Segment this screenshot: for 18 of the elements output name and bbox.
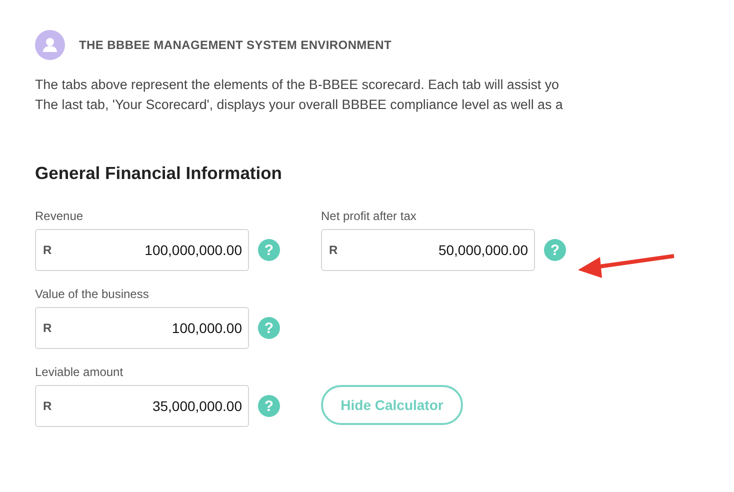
amount-field[interactable]: R 100,000.00 xyxy=(35,307,249,349)
intro-text: The tabs above represent the elements of the B-BBEE scorecard. Each tab will assist yo xyxy=(35,77,559,92)
help-icon[interactable]: ? xyxy=(258,239,280,261)
field-label: Value of the business xyxy=(35,287,150,301)
amount-field[interactable]: R 50,000,000.00 xyxy=(321,229,535,271)
intro-text: The last tab, 'Your Scorecard', displays your overall BBBEE compliance level as well as a xyxy=(35,97,563,112)
field-label: Revenue xyxy=(35,209,84,223)
form-heading: General Financial Information xyxy=(35,163,282,184)
field-label: Leviable amount xyxy=(35,365,124,379)
user-icon xyxy=(35,30,65,60)
help-icon[interactable]: ? xyxy=(544,239,566,261)
field-label: Net profit after tax xyxy=(321,209,418,223)
hide-calculator-button[interactable]: Hide Calculator xyxy=(321,385,463,425)
help-icon[interactable]: ? xyxy=(258,395,280,417)
help-icon[interactable]: ? xyxy=(258,317,280,339)
amount-field[interactable]: R 35,000,000.00 xyxy=(35,385,249,427)
amount-field[interactable]: R 100,000,000.00 xyxy=(35,229,249,271)
section-title: THE BBBEE MANAGEMENT SYSTEM ENVIRONMENT xyxy=(79,38,392,52)
